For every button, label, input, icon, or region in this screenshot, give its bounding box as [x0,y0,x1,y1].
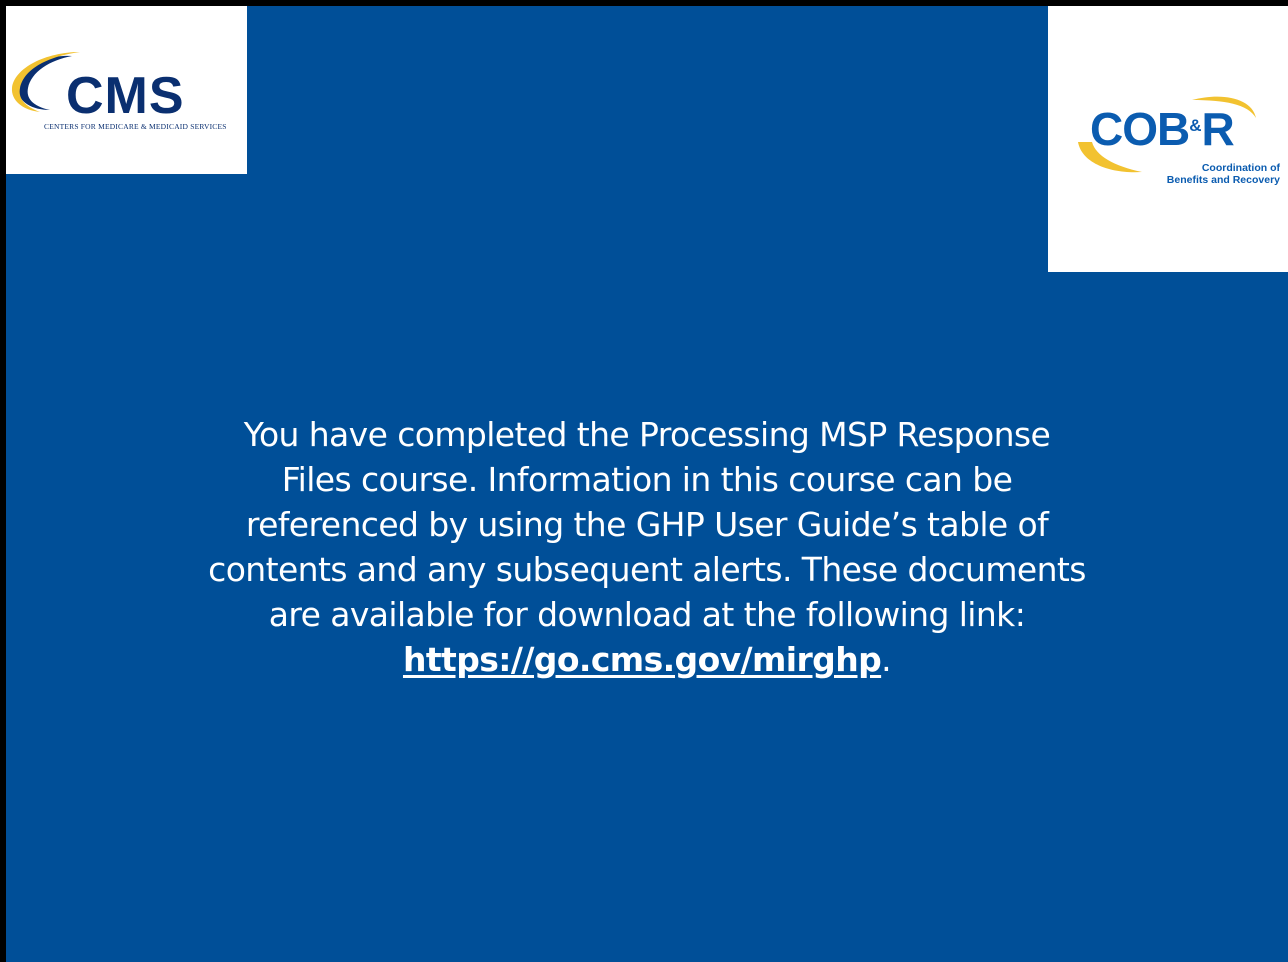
cobr-subtitle-line2: Benefits and Recovery [1166,174,1280,186]
message-line-2: Files course. Information in this course… [281,460,1013,499]
cobr-subtitle: Coordination of Benefits and Recovery [1100,162,1280,186]
download-link[interactable]: https://go.cms.gov/mirghp [403,640,882,679]
cms-logo: CMS CENTERS FOR MEDICARE & MEDICAID SERV… [6,6,247,174]
link-suffix: . [881,640,892,679]
message-line-4: contents and any subsequent alerts. Thes… [208,550,1086,589]
cobr-wordmark-amp: & [1189,116,1202,135]
cms-wordmark: CMS [66,67,185,125]
cobr-wordmark-main: COB [1090,103,1190,155]
cms-subtitle: CENTERS FOR MEDICARE & MEDICAID SERVICES [44,122,227,131]
cobr-wordmark: COB&R [1090,103,1235,155]
cobr-subtitle-line1: Coordination of [1201,162,1280,174]
completion-message: You have completed the Processing MSP Re… [106,412,1188,682]
cobr-wordmark-end: R [1201,103,1235,155]
cobr-logo: COB&R Coordination of Benefits and Recov… [1048,6,1288,272]
message-line-5: are available for download at the follow… [268,595,1026,634]
message-line-3: referenced by using the GHP User Guide’s… [245,505,1049,544]
slide: CMS CENTERS FOR MEDICARE & MEDICAID SERV… [6,6,1288,962]
message-line-6: https://go.cms.gov/mirghp. [106,637,1188,682]
message-line-1: You have completed the Processing MSP Re… [243,415,1051,454]
